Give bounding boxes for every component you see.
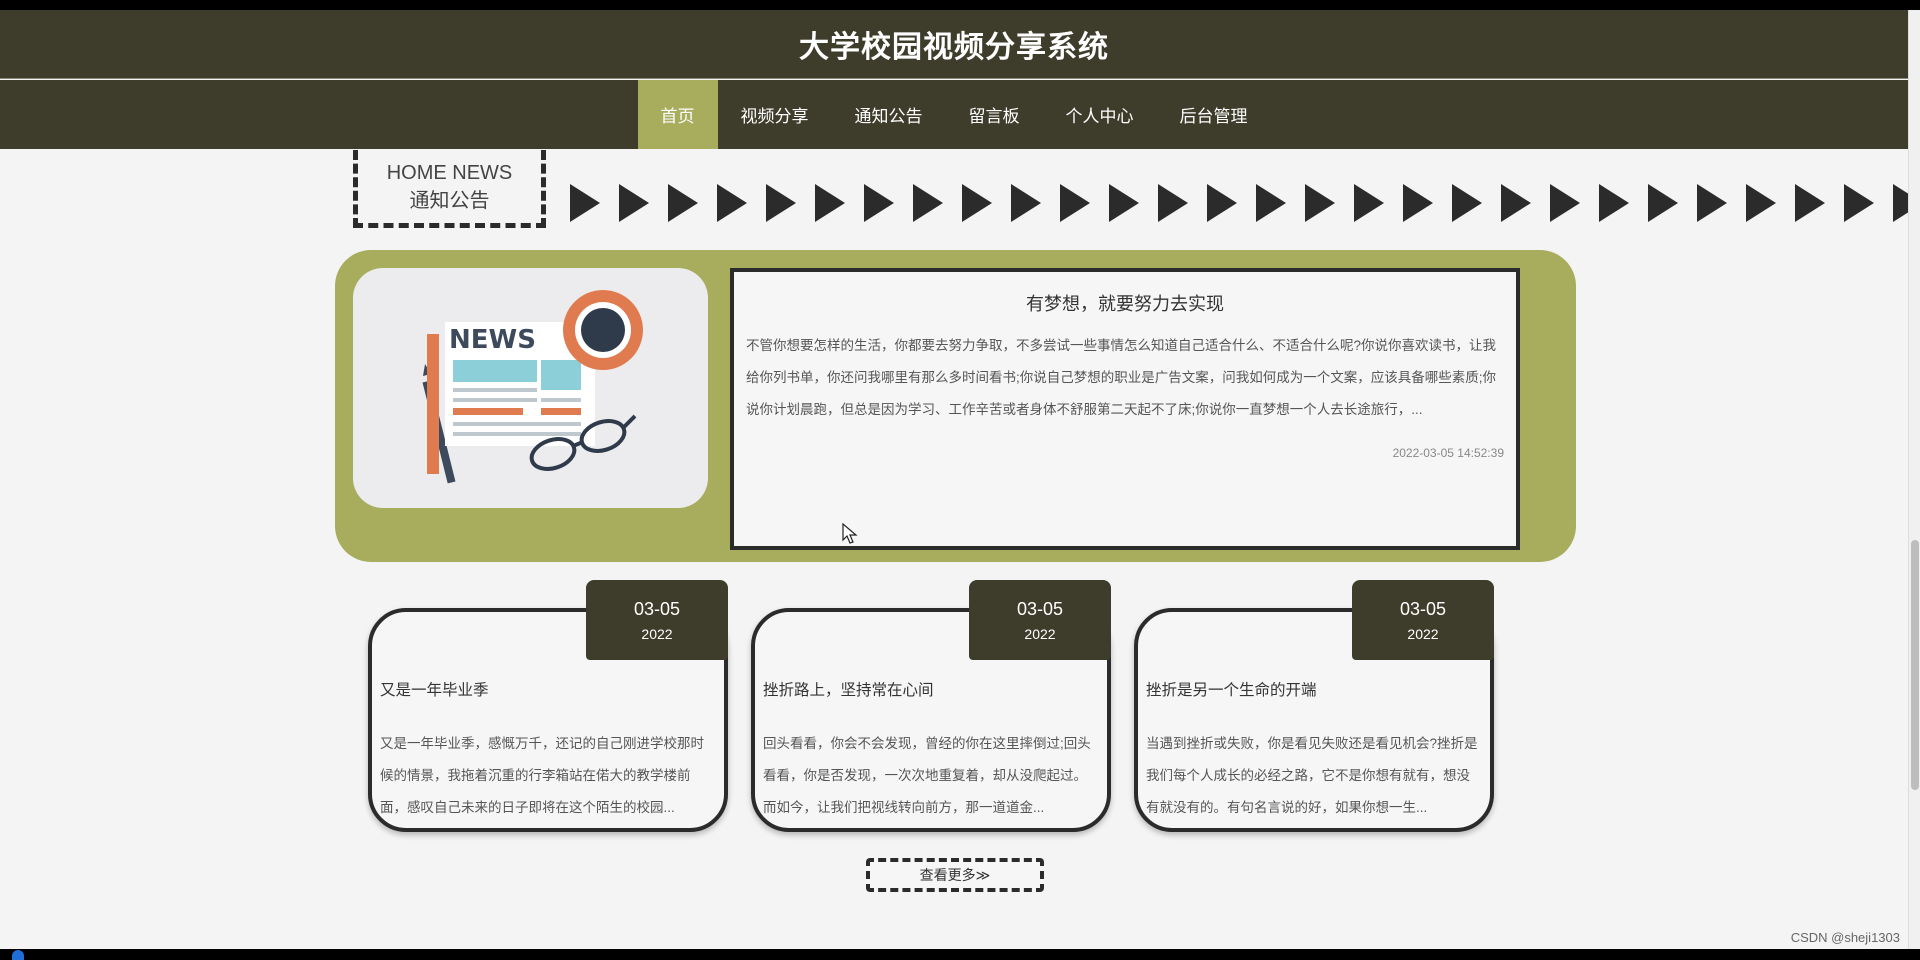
play-arrow-icon <box>1746 184 1776 222</box>
vertical-scrollbar[interactable] <box>1908 10 1920 949</box>
nav-item-video-share[interactable]: 视频分享 <box>718 80 832 149</box>
decorative-arrow-row <box>570 184 1908 228</box>
play-arrow-icon <box>962 184 992 222</box>
card-date-year: 2022 <box>1407 625 1439 642</box>
taskbar-indicator <box>12 950 24 960</box>
featured-news-title[interactable]: 有梦想，就要努力去实现 <box>746 290 1504 316</box>
card-date-month-day: 03-05 <box>633 598 681 619</box>
play-arrow-icon <box>1060 184 1090 222</box>
play-arrow-icon <box>570 184 600 222</box>
site-header: 大学校园视频分享系统 <box>0 10 1908 79</box>
play-arrow-icon <box>1403 184 1433 222</box>
play-arrow-icon <box>1844 184 1874 222</box>
scrollbar-thumb[interactable] <box>1911 540 1919 790</box>
play-arrow-icon <box>766 184 796 222</box>
play-arrow-icon <box>717 184 747 222</box>
card-title[interactable]: 又是一年毕业季 <box>380 678 489 700</box>
news-heading-cn: 通知公告 <box>409 189 490 212</box>
play-arrow-icon <box>1550 184 1580 222</box>
card-date-badge: 03-05 2022 <box>1352 580 1494 660</box>
newspaper-icon: NEWS <box>422 290 643 484</box>
nav-item-notices[interactable]: 通知公告 <box>832 80 946 149</box>
play-arrow-icon <box>1158 184 1188 222</box>
card-body: 当遇到挫折或失败，你是看见失败还是看见机会?挫折是我们每个人成长的必经之路，它不… <box>1146 736 1478 815</box>
play-arrow-icon <box>1011 184 1041 222</box>
card-date-month-day: 03-05 <box>1399 598 1447 619</box>
news-card[interactable]: 03-05 2022 挫折路上，坚持常在心间 回头看看，你会不会发现，曾经的你在… <box>751 580 1111 832</box>
card-date-badge: 03-05 2022 <box>969 580 1111 660</box>
featured-news-date: 2022-03-05 14:52:39 <box>1392 446 1504 460</box>
card-title[interactable]: 挫折路上，坚持常在心间 <box>763 678 934 700</box>
mouse-cursor-icon <box>842 523 858 544</box>
view-more-button[interactable]: 查看更多≫ <box>866 858 1044 892</box>
play-arrow-icon <box>1501 184 1531 222</box>
nav-item-admin[interactable]: 后台管理 <box>1157 80 1271 149</box>
svg-text:NEWS: NEWS <box>449 325 536 355</box>
card-date-year: 2022 <box>1024 625 1056 642</box>
play-arrow-icon <box>1207 184 1237 222</box>
main-nav: 首页 视频分享 通知公告 留言板 个人中心 后台管理 <box>0 80 1908 149</box>
play-arrow-icon <box>1109 184 1139 222</box>
play-arrow-icon <box>913 184 943 222</box>
play-arrow-icon <box>668 184 698 222</box>
card-date-month-day: 03-05 <box>1016 598 1064 619</box>
play-arrow-icon <box>1354 184 1384 222</box>
play-arrow-icon <box>1256 184 1286 222</box>
card-body: 回头看看，你会不会发现，曾经的你在这里摔倒过;回头看看，你是否发现，一次次地重复… <box>763 736 1091 815</box>
news-card[interactable]: 03-05 2022 又是一年毕业季 又是一年毕业季，感慨万千，还记的自己刚进学… <box>368 580 728 832</box>
play-arrow-icon <box>1599 184 1629 222</box>
site-title: 大学校园视频分享系统 <box>799 31 1109 64</box>
card-date-badge: 03-05 2022 <box>586 580 728 660</box>
news-card[interactable]: 03-05 2022 挫折是另一个生命的开端 当遇到挫折或失败，你是看见失败还是… <box>1134 580 1494 832</box>
nav-item-home[interactable]: 首页 <box>637 80 718 149</box>
play-arrow-icon <box>619 184 649 222</box>
play-arrow-icon <box>1452 184 1482 222</box>
browser-viewport: 大学校园视频分享系统 首页 视频分享 通知公告 留言板 个人中心 后台管理 HO… <box>0 10 1908 949</box>
news-illustration[interactable]: NEWS <box>353 268 708 508</box>
news-heading-en: HOME NEWS <box>386 161 513 184</box>
card-body: 又是一年毕业季，感慨万千，还记的自己刚进学校那时候的情景，我拖着沉重的行李箱站在… <box>380 736 704 815</box>
play-arrow-icon <box>864 184 894 222</box>
nav-item-message-board[interactable]: 留言板 <box>946 80 1043 149</box>
featured-news-panel: NEWS 有梦想，就要努力去实现 不管你想要怎样的生活，你都要去努力争取，不多尝… <box>335 250 1576 562</box>
play-arrow-icon <box>1893 184 1908 222</box>
play-arrow-icon <box>815 184 845 222</box>
play-arrow-icon <box>1697 184 1727 222</box>
card-title[interactable]: 挫折是另一个生命的开端 <box>1146 678 1317 700</box>
play-arrow-icon <box>1305 184 1335 222</box>
watermark-text: CSDN @sheji1303 <box>1790 930 1900 945</box>
nav-item-personal-center[interactable]: 个人中心 <box>1043 80 1157 149</box>
play-arrow-icon <box>1648 184 1678 222</box>
card-date-year: 2022 <box>641 625 673 642</box>
featured-news-card[interactable]: 有梦想，就要努力去实现 不管你想要怎样的生活，你都要去努力争取，不多尝试一些事情… <box>730 268 1520 550</box>
news-section-heading: HOME NEWS 通知公告 <box>353 150 546 228</box>
play-arrow-icon <box>1795 184 1825 222</box>
featured-news-body: 不管你想要怎样的生活，你都要去努力争取，不多尝试一些事情怎么知道自己适合什么、不… <box>746 338 1497 417</box>
